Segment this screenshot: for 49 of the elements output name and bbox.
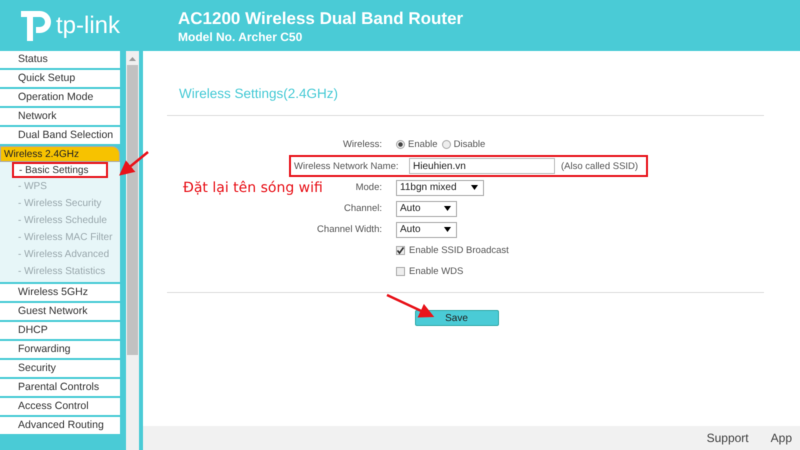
- field-label: Wireless Network Name:: [294, 160, 399, 172]
- save-button[interactable]: Save: [414, 310, 498, 326]
- field-label: Mode:: [356, 182, 382, 193]
- field-label: Channel Width:: [317, 224, 382, 235]
- router-title: AC1200 Wireless Dual Band Router: [178, 8, 464, 30]
- menu-item[interactable]: Wireless 2.4GHz: [0, 146, 120, 162]
- checkbox[interactable]: [396, 246, 405, 255]
- scrollbar[interactable]: [126, 51, 139, 450]
- menu-item[interactable]: Forwarding: [0, 341, 120, 358]
- menu-item[interactable]: Advanced Routing: [0, 417, 120, 434]
- dropdown[interactable]: Auto: [396, 222, 457, 238]
- menu-item[interactable]: Wireless 5GHz: [0, 284, 120, 301]
- section-title: Wireless Settings(2.4GHz): [179, 86, 340, 101]
- dropdown[interactable]: 11bgn mixed: [396, 180, 484, 196]
- menu-item[interactable]: Network: [0, 108, 120, 125]
- logo-text: tp-link: [56, 12, 120, 40]
- checkbox-label: Enable WDS: [409, 266, 464, 277]
- checkbox-label: Enable SSID Broadcast: [409, 245, 509, 256]
- radio-button[interactable]: [396, 140, 405, 149]
- network-name-field[interactable]: Hieuhien.vn: [409, 158, 555, 174]
- menu-item[interactable]: DHCP: [0, 322, 120, 339]
- scroll-up-icon[interactable]: [129, 57, 136, 61]
- menu-item[interactable]: Status: [0, 51, 120, 68]
- radio-label: Enable: [408, 139, 438, 150]
- submenu-item[interactable]: - Basic Settings: [12, 162, 108, 178]
- menu-item[interactable]: Parental Controls: [0, 379, 120, 396]
- menu-item[interactable]: Quick Setup: [0, 70, 120, 87]
- menu-item[interactable]: Security: [0, 360, 120, 377]
- field-note: (Also called SSID): [561, 160, 638, 172]
- model-number: Model No. Archer C50: [178, 30, 304, 44]
- footer-link[interactable]: App: [770, 430, 792, 446]
- radio-label: Disable: [454, 139, 486, 150]
- menu-item[interactable]: Operation Mode: [0, 89, 120, 106]
- dropdown-caret-icon: [470, 185, 478, 190]
- menu-item[interactable]: Guest Network: [0, 303, 120, 320]
- menu-item[interactable]: Dual Band Selection: [0, 127, 120, 144]
- dropdown-caret-icon: [444, 227, 451, 232]
- annotation-text: Đặt lại tên sóng wifi: [183, 180, 323, 196]
- scrollbar-thumb[interactable]: [127, 65, 138, 355]
- dropdown[interactable]: Auto: [396, 200, 457, 216]
- menu-item[interactable]: Access Control: [0, 398, 120, 415]
- dropdown-caret-icon: [444, 206, 451, 211]
- radio-button[interactable]: [442, 140, 451, 149]
- checkbox[interactable]: [396, 267, 405, 276]
- field-label: Wireless:: [342, 139, 382, 150]
- footer-link[interactable]: Support: [706, 430, 749, 446]
- field-label: Channel:: [344, 203, 382, 214]
- annotation-arrow: [386, 294, 434, 318]
- annotation-arrow: [119, 151, 149, 176]
